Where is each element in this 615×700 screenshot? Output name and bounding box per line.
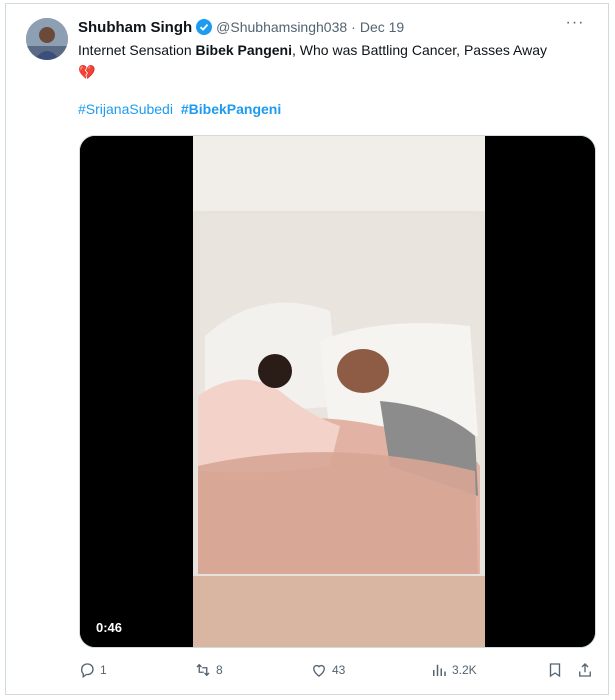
avatar[interactable]: [26, 18, 68, 60]
tweet-text-suffix: , Who was Battling Cancer, Passes Away: [292, 42, 547, 58]
views-chart-icon: [433, 664, 446, 676]
tweet-text-prefix: Internet Sensation: [78, 42, 196, 58]
hashtag-link[interactable]: #SrijanaSubedi: [78, 101, 173, 117]
views-count: 3.2K: [452, 663, 477, 677]
reply-icon: [81, 663, 94, 679]
more-options-icon[interactable]: ···: [564, 15, 586, 34]
verified-badge-icon: [196, 19, 213, 35]
broken-heart-emoji: 💔: [78, 64, 96, 80]
separator: ·: [351, 19, 356, 35]
video-thumbnail: [80, 136, 595, 647]
author-handle[interactable]: @Shubhamsingh038: [216, 19, 347, 35]
tweet-card[interactable]: Shubham Singh @Shubhamsingh038 · Dec 19 …: [5, 3, 609, 695]
bookmark-button[interactable]: [546, 659, 564, 681]
share-button[interactable]: [576, 659, 594, 681]
tweet-date[interactable]: Dec 19: [360, 19, 404, 35]
tweet-text: Internet Sensation Bibek Pangeni, Who wa…: [78, 40, 598, 82]
share-icon: [579, 663, 591, 677]
reply-count: 1: [100, 663, 107, 677]
video-player[interactable]: 0:46: [79, 135, 596, 648]
like-button[interactable]: 43: [310, 659, 345, 681]
tweet-text-bold: Bibek Pangeni: [195, 42, 292, 58]
action-bar: 1 8 43 3.2K: [78, 659, 598, 683]
hashtag-link[interactable]: #BibekPangeni: [181, 101, 281, 117]
author-name[interactable]: Shubham Singh: [78, 19, 192, 36]
views-button[interactable]: 3.2K: [430, 659, 477, 681]
hashtags: #SrijanaSubedi #BibekPangeni: [78, 101, 285, 117]
retweet-count: 8: [216, 663, 223, 677]
retweet-button[interactable]: 8: [194, 659, 223, 681]
video-duration: 0:46: [96, 620, 123, 635]
like-count: 43: [332, 663, 346, 677]
bookmark-icon: [549, 663, 561, 678]
heart-icon: [313, 664, 325, 677]
retweet-icon: [196, 663, 210, 677]
tweet-header: Shubham Singh @Shubhamsingh038 · Dec 19: [78, 16, 608, 38]
reply-button[interactable]: 1: [78, 659, 107, 681]
